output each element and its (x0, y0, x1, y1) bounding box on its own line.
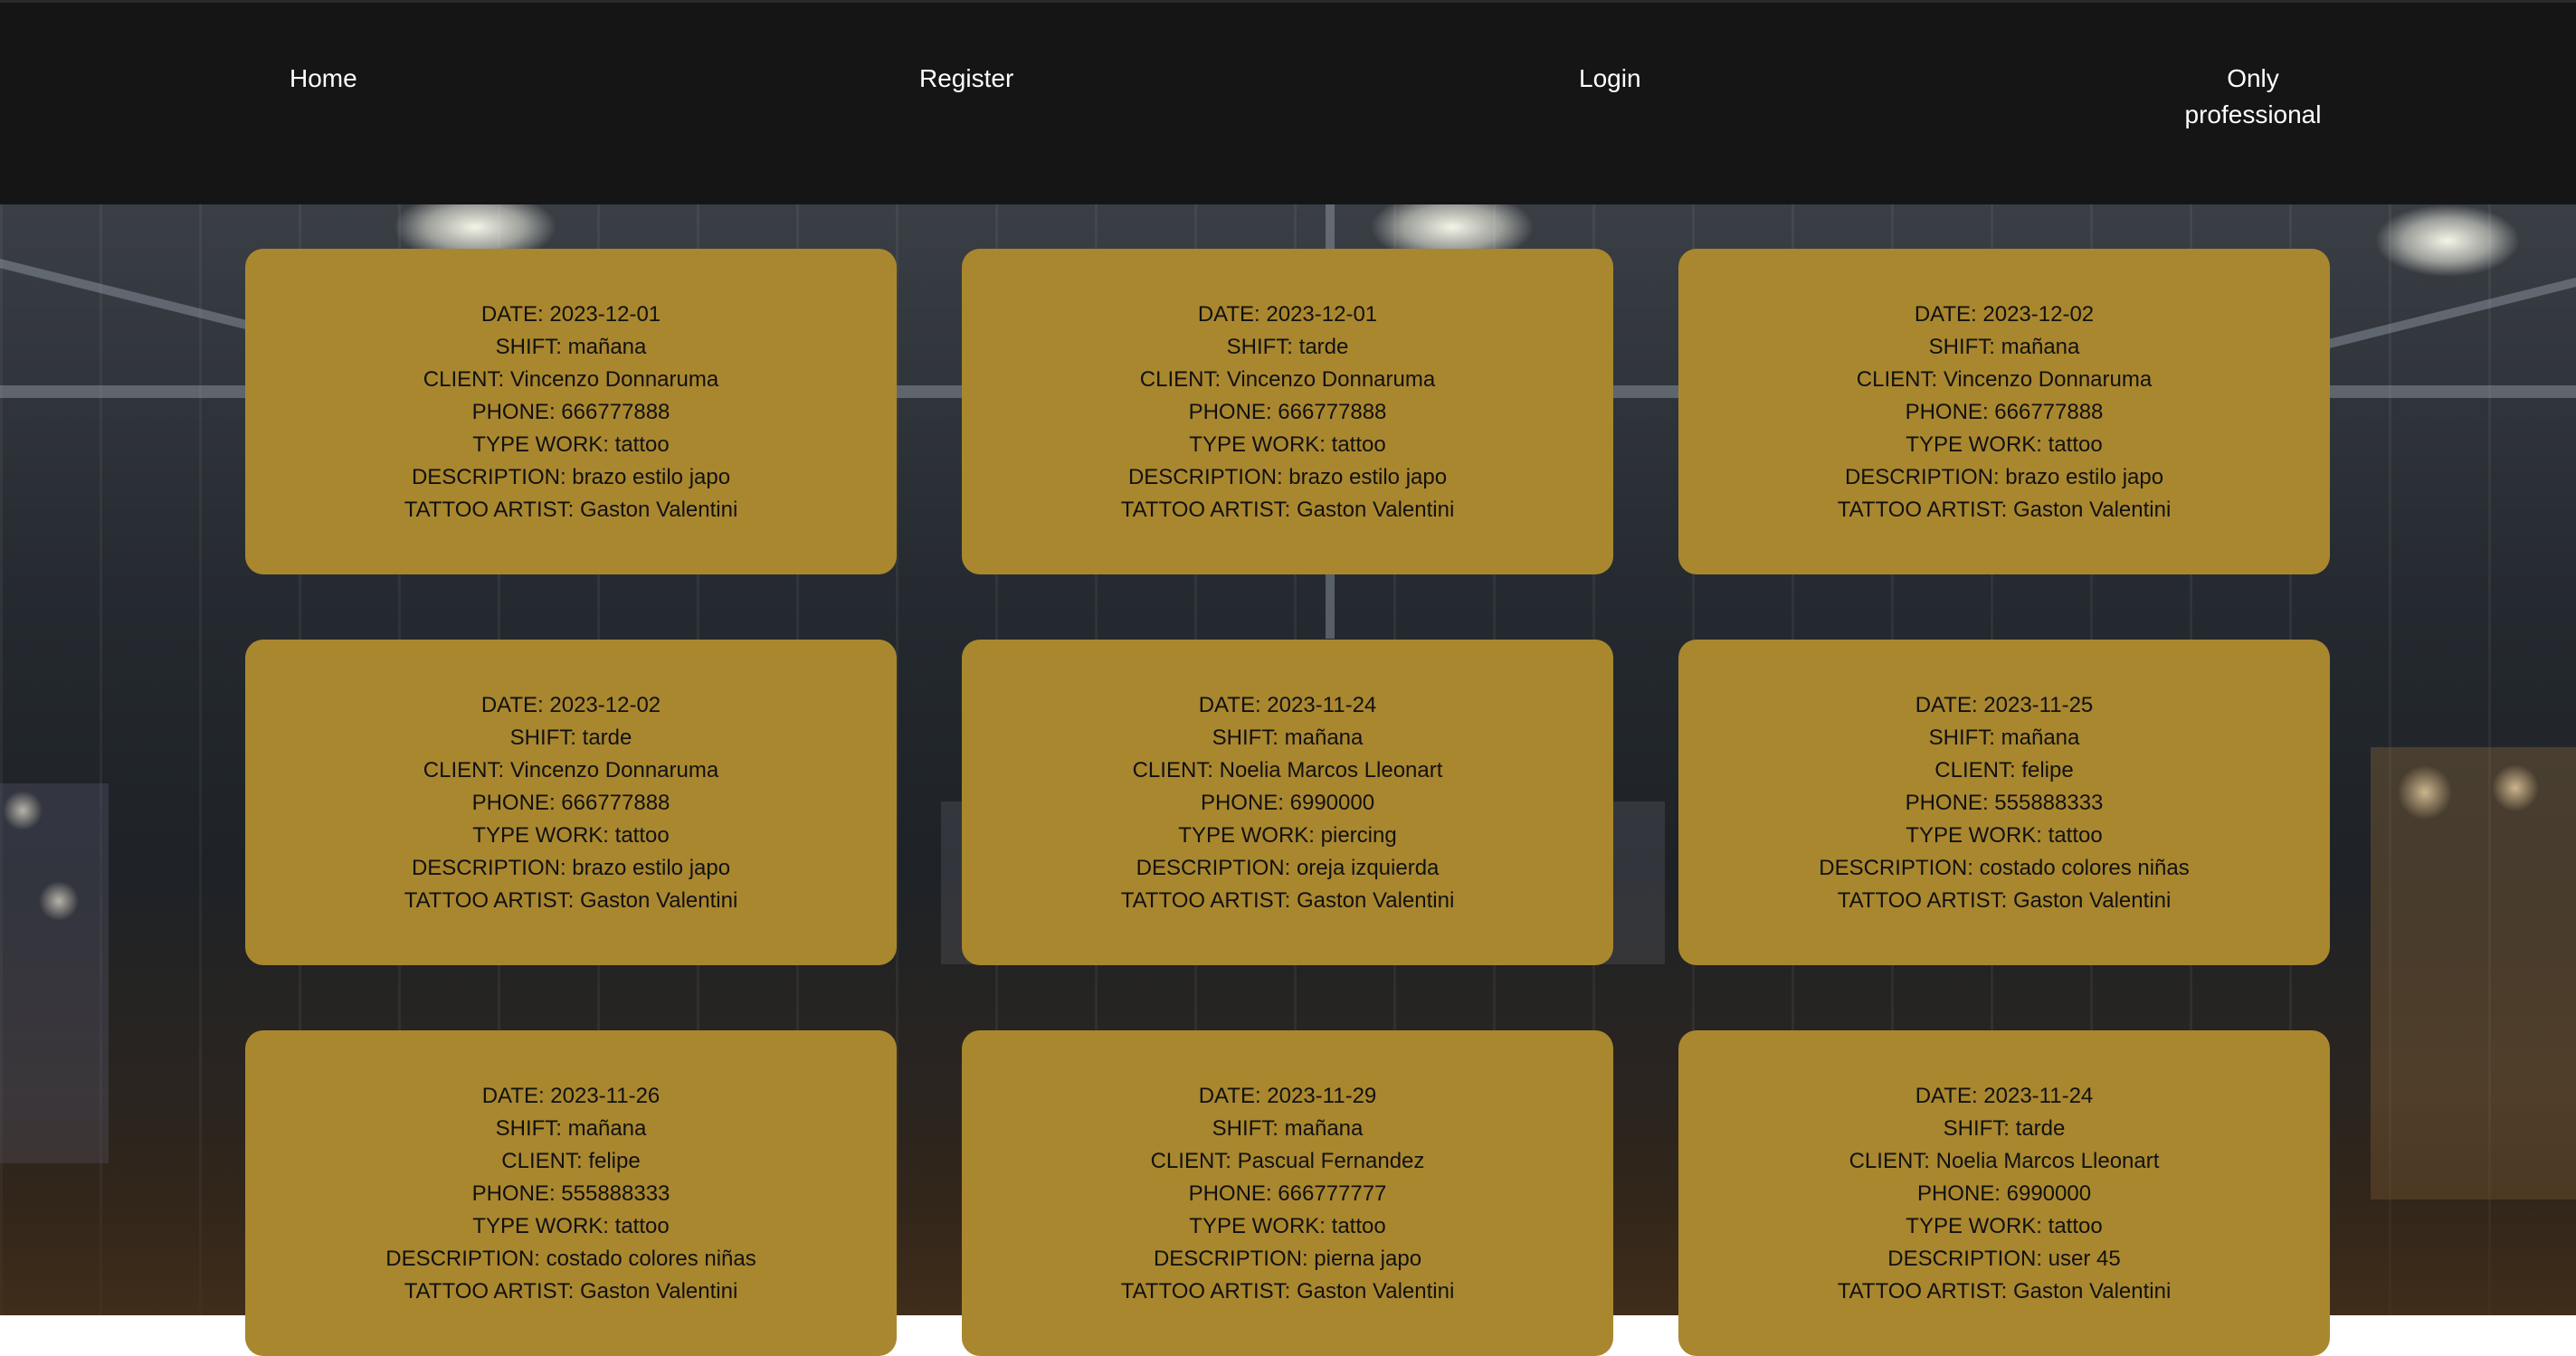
appointment-shift: SHIFT: tarde (509, 725, 632, 750)
appointment-card: DATE: 2023-11-24 SHIFT: tarde CLIENT: Noel… (1678, 1030, 2330, 1356)
nav-register-link[interactable]: Register (919, 61, 1013, 97)
appointment-type: TYPE WORK: tattoo (1906, 823, 2103, 848)
appointment-artist: TATTOO ARTIST: Gaston Valentini (404, 1279, 738, 1304)
appointment-card: DATE: 2023-11-25 SHIFT: mañana CLIENT: fel… (1678, 640, 2330, 965)
appointment-artist: TATTOO ARTIST: Gaston Valentini (1837, 888, 2172, 913)
appointment-shift: SHIFT: mañana (1212, 725, 1364, 750)
appointment-shift: SHIFT: tarde (1943, 1116, 2066, 1141)
appointment-phone: PHONE: 666777777 (1188, 1181, 1387, 1206)
appointment-artist: TATTOO ARTIST: Gaston Valentini (1120, 1279, 1455, 1304)
appointment-phone: PHONE: 555888333 (471, 1181, 670, 1206)
appointment-type: TYPE WORK: tattoo (1189, 432, 1386, 457)
nav-home-link[interactable]: Home (290, 61, 357, 97)
appointment-client: CLIENT: Noelia Marcos Lleonart (1132, 758, 1443, 782)
appointment-description: DESCRIPTION: costado colores niñas (1819, 856, 2190, 880)
appointment-date: DATE: 2023-12-02 (1914, 302, 2095, 327)
appointment-description: DESCRIPTION: pierna japo (1153, 1247, 1422, 1271)
appointment-type: TYPE WORK: tattoo (472, 1214, 670, 1238)
appointment-card: DATE: 2023-12-01 SHIFT: mañana CLIENT: Vin… (245, 249, 897, 574)
appointment-type: TYPE WORK: tattoo (472, 823, 670, 848)
appointment-phone: PHONE: 6990000 (1200, 791, 1375, 815)
appointment-date: DATE: 2023-11-26 (481, 1084, 661, 1108)
appointment-type: TYPE WORK: tattoo (1906, 432, 2103, 457)
appointment-card: DATE: 2023-11-24 SHIFT: mañana CLIENT: Noe… (962, 640, 1613, 965)
appointment-description: DESCRIPTION: brazo estilo japo (1127, 465, 1448, 489)
appointment-description: DESCRIPTION: costado colores niñas (385, 1247, 756, 1271)
appointment-date: DATE: 2023-11-29 (1198, 1084, 1377, 1108)
appointment-artist: TATTOO ARTIST: Gaston Valentini (1120, 498, 1455, 522)
appointment-card: DATE: 2023-11-29 SHIFT: mañana CLIENT: Pas… (962, 1030, 1613, 1356)
appointment-shift: SHIFT: tarde (1226, 335, 1349, 359)
appointment-card: DATE: 2023-12-01 SHIFT: tarde CLIENT: Vinc… (962, 249, 1613, 574)
appointment-client: CLIENT: Vincenzo Donnaruma (423, 367, 719, 392)
nav-only-professional-link[interactable]: Only professional (2172, 61, 2334, 133)
appointment-artist: TATTOO ARTIST: Gaston Valentini (404, 888, 738, 913)
appointment-type: TYPE WORK: piercing (1178, 823, 1397, 848)
appointment-client: CLIENT: Vincenzo Donnaruma (1139, 367, 1436, 392)
appointment-date: DATE: 2023-11-25 (1915, 693, 2094, 717)
appointment-card: DATE: 2023-12-02 SHIFT: tarde CLIENT: Vinc… (245, 640, 897, 965)
appointment-date: DATE: 2023-11-24 (1915, 1084, 2094, 1108)
navbar: Home Register Login Only professional (0, 0, 2576, 204)
appointment-type: TYPE WORK: tattoo (472, 432, 670, 457)
appointment-date: DATE: 2023-12-01 (480, 302, 661, 327)
appointment-client: CLIENT: Pascual Fernandez (1150, 1149, 1425, 1173)
appointment-phone: PHONE: 666777888 (471, 400, 670, 424)
appointment-date: DATE: 2023-12-01 (1197, 302, 1378, 327)
appointment-card: DATE: 2023-11-26 SHIFT: mañana CLIENT: fel… (245, 1030, 897, 1356)
appointment-date: DATE: 2023-11-24 (1198, 693, 1377, 717)
appointment-description: DESCRIPTION: brazo estilo japo (411, 465, 731, 489)
appointment-client: CLIENT: Vincenzo Donnaruma (423, 758, 719, 782)
appointment-phone: PHONE: 6990000 (1916, 1181, 2092, 1206)
appointment-shift: SHIFT: mañana (1212, 1116, 1364, 1141)
appointment-description: DESCRIPTION: brazo estilo japo (1844, 465, 2164, 489)
nav-login-link[interactable]: Login (1579, 61, 1641, 97)
appointment-client: CLIENT: Vincenzo Donnaruma (1856, 367, 2153, 392)
appointment-shift: SHIFT: mañana (1928, 725, 2080, 750)
appointment-shift: SHIFT: mañana (495, 1116, 647, 1141)
appointment-description: DESCRIPTION: oreja izquierda (1136, 856, 1440, 880)
appointment-client: CLIENT: felipe (1934, 758, 2074, 782)
appointment-client: CLIENT: felipe (501, 1149, 641, 1173)
appointment-artist: TATTOO ARTIST: Gaston Valentini (1837, 498, 2172, 522)
appointment-shift: SHIFT: mañana (495, 335, 647, 359)
appointment-date: DATE: 2023-12-02 (480, 693, 661, 717)
appointment-artist: TATTOO ARTIST: Gaston Valentini (1837, 1279, 2172, 1304)
appointment-phone: PHONE: 666777888 (1188, 400, 1387, 424)
appointment-type: TYPE WORK: tattoo (1906, 1214, 2103, 1238)
appointment-phone: PHONE: 666777888 (1905, 400, 2104, 424)
appointment-client: CLIENT: Noelia Marcos Lleonart (1849, 1149, 2160, 1173)
appointment-phone: PHONE: 555888333 (1905, 791, 2104, 815)
appointment-artist: TATTOO ARTIST: Gaston Valentini (404, 498, 738, 522)
appointment-shift: SHIFT: mañana (1928, 335, 2080, 359)
appointment-artist: TATTOO ARTIST: Gaston Valentini (1120, 888, 1455, 913)
appointment-card: DATE: 2023-12-02 SHIFT: mañana CLIENT: Vin… (1678, 249, 2330, 574)
appointment-description: DESCRIPTION: brazo estilo japo (411, 856, 731, 880)
appointment-type: TYPE WORK: tattoo (1189, 1214, 1386, 1238)
appointment-description: DESCRIPTION: user 45 (1887, 1247, 2121, 1271)
appointment-phone: PHONE: 666777888 (471, 791, 670, 815)
